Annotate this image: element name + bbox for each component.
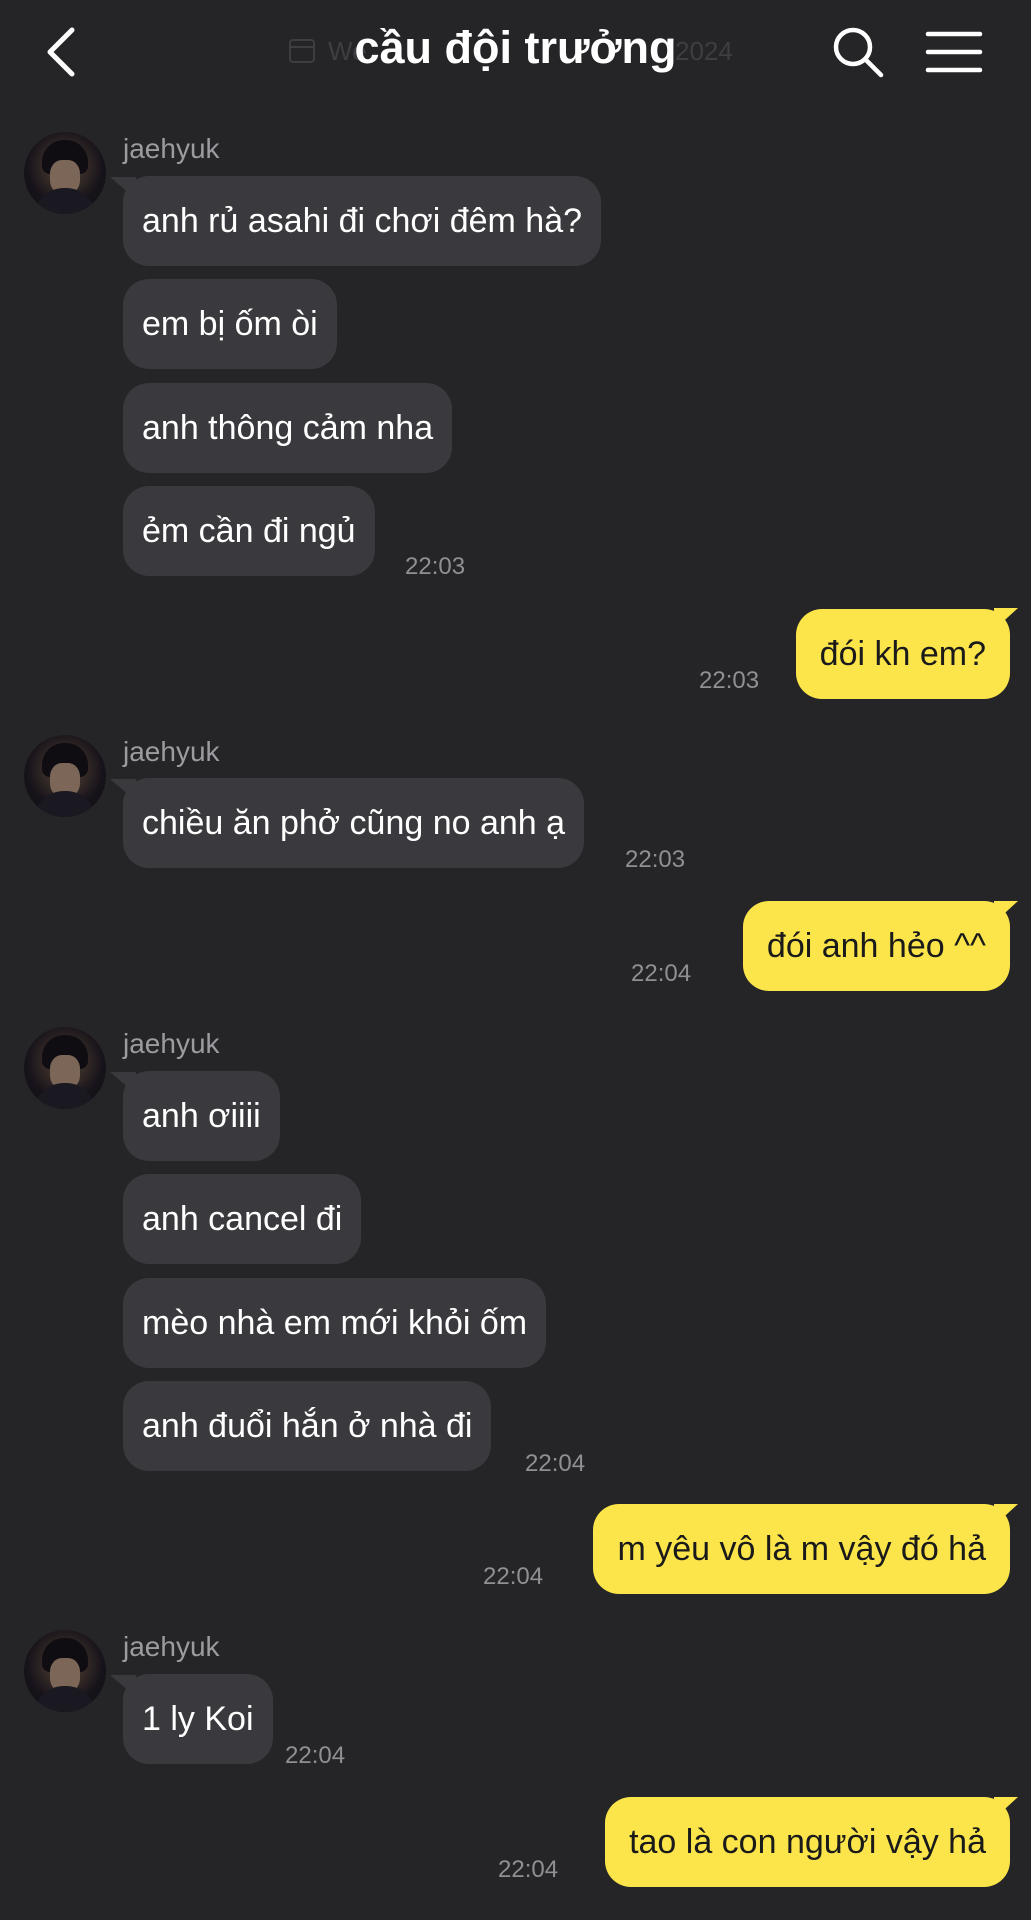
message-timestamp: 22:03 bbox=[405, 553, 466, 580]
message-bubble-incoming[interactable]: anh đuổi hắn ở nhà đi bbox=[123, 1381, 492, 1471]
chat-header: We 2024 cầu đội trưởng bbox=[0, 0, 1031, 104]
sender-name: jaehyuk bbox=[123, 133, 220, 164]
message-bubble-outgoing[interactable]: m yêu vô là m vậy đó hả bbox=[593, 1504, 1010, 1594]
avatar[interactable] bbox=[24, 1027, 106, 1109]
message-timestamp: 22:04 bbox=[631, 960, 692, 987]
sender-name: jaehyuk bbox=[123, 1028, 220, 1059]
sender-name: jaehyuk bbox=[123, 736, 220, 767]
message-bubble-outgoing[interactable]: tao là con người vậy hả bbox=[605, 1797, 1010, 1887]
message-bubble-incoming[interactable]: chiều ăn phở cũng no anh ạ bbox=[123, 778, 585, 868]
avatar[interactable] bbox=[24, 735, 106, 817]
message-timestamp: 22:04 bbox=[525, 1450, 586, 1477]
message-bubble-incoming[interactable]: ẻm cần đi ngủ bbox=[123, 486, 375, 576]
message-timestamp: 22:03 bbox=[625, 846, 686, 873]
message-bubble-incoming[interactable]: anh thông cảm nha bbox=[123, 383, 453, 473]
search-icon[interactable] bbox=[830, 24, 886, 80]
message-timestamp: 22:04 bbox=[483, 1563, 544, 1590]
message-bubble-incoming[interactable]: mèo nhà em mới khỏi ốm bbox=[123, 1278, 547, 1368]
message-bubble-outgoing[interactable]: đói anh hẻo ^^ bbox=[742, 901, 1010, 991]
message-bubble-incoming[interactable]: anh cancel đi bbox=[123, 1174, 362, 1264]
hamburger-menu-icon[interactable] bbox=[924, 26, 984, 78]
message-timestamp: 22:04 bbox=[498, 1856, 559, 1883]
message-bubble-outgoing[interactable]: đói kh em? bbox=[795, 609, 1010, 699]
sender-name: jaehyuk bbox=[123, 1631, 220, 1662]
message-bubble-incoming[interactable]: anh ơiiii bbox=[123, 1071, 280, 1161]
avatar[interactable] bbox=[24, 132, 106, 214]
message-timestamp: 22:03 bbox=[699, 667, 760, 694]
avatar[interactable] bbox=[24, 1630, 106, 1712]
message-bubble-incoming[interactable]: 1 ly Koi bbox=[123, 1674, 273, 1764]
message-bubble-incoming[interactable]: em bị ốm òi bbox=[123, 279, 337, 369]
message-bubble-incoming[interactable]: anh rủ asahi đi chơi đêm hà? bbox=[123, 176, 602, 266]
message-timestamp: 22:04 bbox=[285, 1742, 346, 1769]
